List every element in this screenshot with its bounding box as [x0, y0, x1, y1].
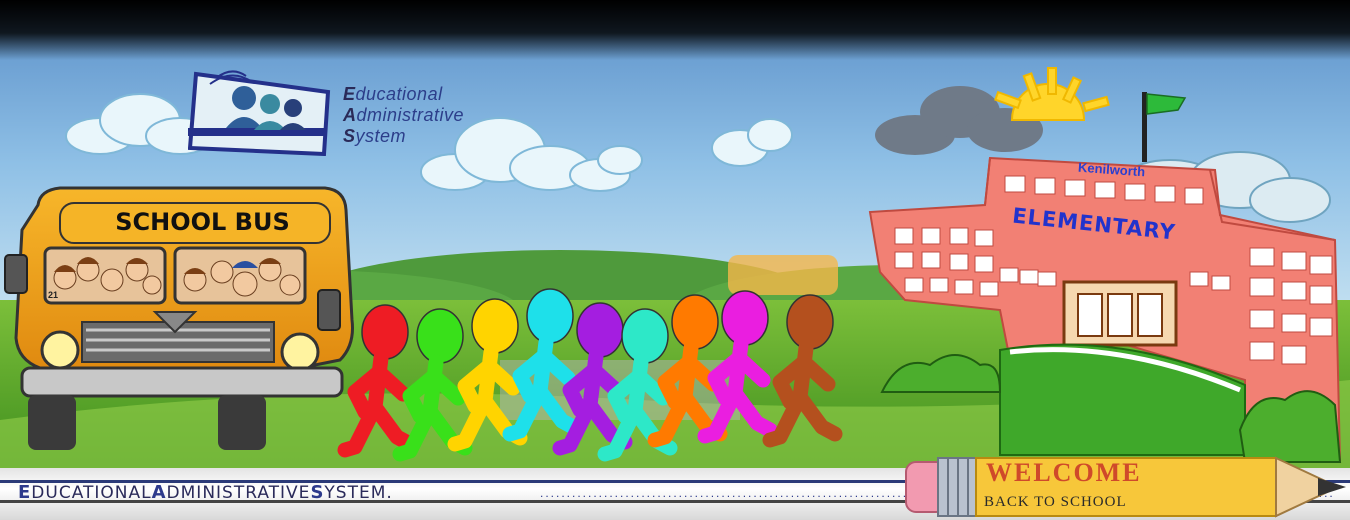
bus-headlight [280, 332, 320, 372]
footer-word: DMINISTRATIVE [166, 483, 311, 503]
welcome-text: WELCOME [986, 458, 1142, 487]
logo-wordmark: Educational Administrative System [343, 84, 464, 147]
playground-slide [728, 255, 838, 295]
footer-initial: A [151, 482, 167, 503]
footer-word: DUCATIONAL [31, 483, 152, 503]
bus-bumper [20, 366, 344, 398]
footer-initial: S [310, 482, 325, 503]
bus-mirror [4, 254, 28, 294]
bus-wheel [28, 395, 76, 450]
logo-initial: S [343, 126, 356, 146]
bus-sign: SCHOOL BUS [115, 208, 290, 236]
logo-initial: A [343, 105, 357, 125]
bus-mirror [317, 289, 341, 331]
bus-number: 21 [48, 290, 59, 300]
back-to-school-text: BACK TO SCHOOL [984, 494, 1127, 510]
logo-initial: E [343, 84, 356, 104]
hero-banner: Educational Administrative System Kenilw… [0, 0, 1350, 520]
bus-wheel [218, 395, 266, 450]
logo-word: ystem [355, 126, 407, 146]
logo-word: dministrative [356, 105, 465, 125]
logo-word: ducational [355, 84, 443, 104]
top-shadow [0, 0, 1350, 60]
footer-initial: E [18, 482, 32, 503]
eas-logo[interactable]: Educational Administrative System [188, 68, 528, 158]
footer-word: YSTEM. [324, 483, 393, 503]
bus-headlight [40, 330, 80, 370]
eas-logo-icon [188, 70, 331, 156]
footer-title: EDUCATIONALADMINISTRATIVESYSTEM. [18, 482, 393, 503]
